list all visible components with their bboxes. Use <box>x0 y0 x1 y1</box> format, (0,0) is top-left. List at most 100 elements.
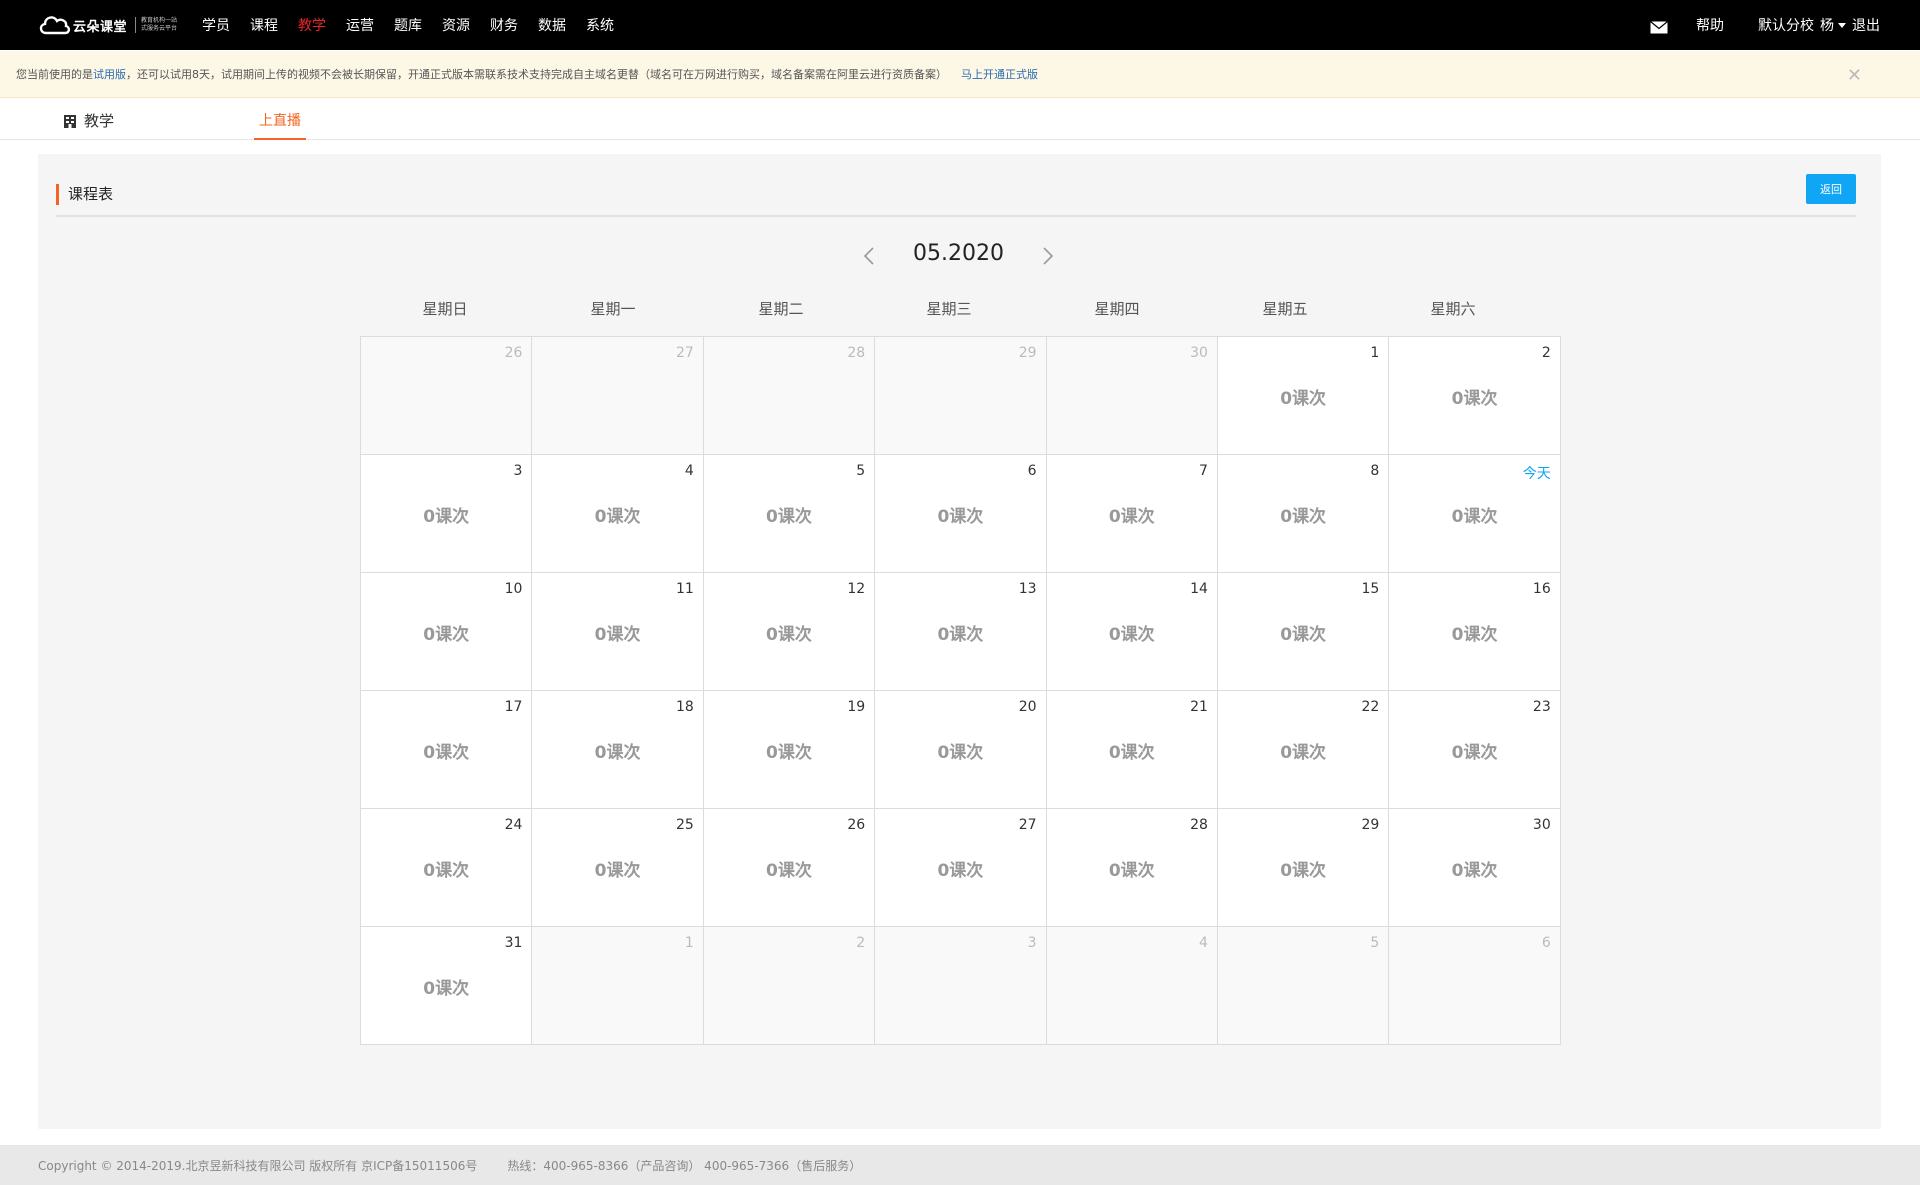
calendar-day-cell[interactable]: 26 0课次 <box>703 809 876 927</box>
calendar-day-cell[interactable]: 16 0课次 <box>1389 573 1561 691</box>
day-number: 5 <box>856 463 866 479</box>
calendar-day-cell[interactable]: 27 0课次 <box>875 809 1047 927</box>
nav-item-5[interactable]: 资源 <box>442 15 470 35</box>
nav-item-7[interactable]: 数据 <box>538 15 566 35</box>
calendar-grid: 26 27 28 29 30 1 0课次 2 0课次 3 0课次 4 0课次 5 0课次 6 0课次 7 0课次 8 0… <box>360 336 1561 1045</box>
mail-icon[interactable] <box>1650 20 1668 34</box>
calendar-day-cell[interactable]: 14 0课次 <box>1046 573 1218 691</box>
month-label: 05.2020 <box>913 241 1004 266</box>
day-number: 28 <box>847 345 866 361</box>
calendar-day-cell[interactable]: 19 0课次 <box>703 691 876 809</box>
calendar-day-cell[interactable]: 24 0课次 <box>361 809 533 927</box>
calendar-day-cell[interactable]: 20 0课次 <box>875 691 1047 809</box>
logout-link[interactable]: 退出 <box>1852 15 1880 35</box>
calendar-day-cell[interactable]: 6 0课次 <box>875 455 1047 573</box>
day-number: 18 <box>675 699 694 715</box>
calendar-day-cell[interactable]: 12 0课次 <box>703 573 876 691</box>
nav-item-3[interactable]: 运营 <box>346 15 374 35</box>
lesson-count: 0课次 <box>937 743 984 763</box>
lesson-count: 0课次 <box>594 507 641 527</box>
panel-header: 课程表 返回 <box>56 174 1856 217</box>
tab-teaching-home[interactable]: 教学 <box>63 110 114 131</box>
copyright-text: Copyright © 2014-2019.北京昱新科技有限公司 版权所有 京I… <box>38 1158 478 1173</box>
calendar-day-cell[interactable]: 今天 0课次 <box>1389 455 1561 573</box>
calendar-day-cell[interactable]: 13 0课次 <box>875 573 1047 691</box>
day-number: 2 <box>1541 345 1551 361</box>
calendar-day-cell[interactable]: 5 0课次 <box>703 455 876 573</box>
day-number: 30 <box>1190 345 1208 361</box>
day-number: 10 <box>504 581 523 597</box>
lesson-count: 0课次 <box>937 507 984 527</box>
day-number: 3 <box>513 463 523 479</box>
chevron-right-icon[interactable] <box>1041 245 1055 267</box>
day-number: 4 <box>684 463 694 479</box>
lesson-count: 0课次 <box>423 979 470 999</box>
brand-logo[interactable]: 云朵课堂 教育机构一站 式服务云平台 <box>37 10 177 40</box>
calendar-day-cell[interactable]: 29 0课次 <box>1217 809 1390 927</box>
calendar-day-cell[interactable]: 21 0课次 <box>1046 691 1218 809</box>
main-nav: 学员 课程 教学 运营 题库 资源 财务 数据 系统 <box>202 0 634 50</box>
calendar-day-cell[interactable]: 11 0课次 <box>532 573 704 691</box>
lesson-count: 0课次 <box>766 861 812 881</box>
day-number: 2 <box>856 935 866 951</box>
calendar-day-cell[interactable]: 29 <box>875 337 1047 455</box>
lesson-count: 0课次 <box>1280 389 1327 409</box>
help-link[interactable]: 帮助 <box>1696 15 1724 35</box>
calendar-day-cell[interactable]: 3 <box>875 927 1047 1045</box>
calendar-day-cell[interactable]: 30 <box>1046 337 1218 455</box>
calendar-day-cell[interactable]: 23 0课次 <box>1389 691 1561 809</box>
hotline-text: 热线：400-965-8366（产品咨询） 400-965-7366（售后服务） <box>507 1158 862 1173</box>
calendar-day-cell[interactable]: 5 <box>1217 927 1390 1045</box>
nav-item-1[interactable]: 课程 <box>250 15 278 35</box>
calendar-day-cell[interactable]: 1 0课次 <box>1217 337 1390 455</box>
lesson-count: 0课次 <box>594 861 641 881</box>
nav-item-0[interactable]: 学员 <box>202 15 230 35</box>
sub-tabs: 教学 上直播 <box>0 98 1920 140</box>
calendar-day-cell[interactable]: 4 0课次 <box>532 455 704 573</box>
calendar-day-cell[interactable]: 25 0课次 <box>532 809 704 927</box>
nav-item-6[interactable]: 财务 <box>490 15 518 35</box>
trial-version-link[interactable]: 试用版 <box>93 66 126 82</box>
month-navigator: 05.2020 <box>38 237 1881 277</box>
calendar-day-cell[interactable]: 1 <box>532 927 704 1045</box>
day-number: 27 <box>675 345 694 361</box>
calendar-day-cell[interactable]: 6 <box>1389 927 1561 1045</box>
chevron-left-icon[interactable] <box>862 245 876 267</box>
day-number: 17 <box>504 699 523 715</box>
upgrade-link[interactable]: 马上开通正式版 <box>961 66 1038 82</box>
calendar-day-cell[interactable]: 2 <box>703 927 876 1045</box>
calendar-day-cell[interactable]: 2 0课次 <box>1389 337 1561 455</box>
nav-item-8[interactable]: 系统 <box>586 15 614 35</box>
calendar-day-cell[interactable]: 17 0课次 <box>361 691 533 809</box>
calendar-day-cell[interactable]: 18 0课次 <box>532 691 704 809</box>
calendar-day-cell[interactable]: 8 0课次 <box>1217 455 1390 573</box>
calendar-day-cell[interactable]: 26 <box>361 337 533 455</box>
calendar-day-cell[interactable]: 30 0课次 <box>1389 809 1561 927</box>
lesson-count: 0课次 <box>766 507 812 527</box>
day-number: 12 <box>847 581 866 597</box>
weekday-header: 星期日 星期一 星期二 星期三 星期四 星期五 星期六 <box>361 298 1561 328</box>
nav-item-4[interactable]: 题库 <box>394 15 422 35</box>
lesson-count: 0课次 <box>1280 861 1327 881</box>
calendar-day-cell[interactable]: 15 0课次 <box>1217 573 1390 691</box>
lesson-count: 0课次 <box>1280 743 1327 763</box>
calendar-day-cell[interactable]: 28 <box>703 337 876 455</box>
calendar-day-cell[interactable]: 7 0课次 <box>1046 455 1218 573</box>
back-button[interactable]: 返回 <box>1806 174 1856 204</box>
day-number: 19 <box>847 699 866 715</box>
calendar-day-cell[interactable]: 10 0课次 <box>361 573 533 691</box>
day-number: 29 <box>1018 345 1037 361</box>
weekday-label: 星期五 <box>1262 300 1308 318</box>
calendar-day-cell[interactable]: 22 0课次 <box>1217 691 1390 809</box>
calendar-day-cell[interactable]: 3 0课次 <box>361 455 533 573</box>
nav-item-2[interactable]: 教学 <box>298 15 326 35</box>
calendar-day-cell[interactable]: 27 <box>532 337 704 455</box>
calendar-day-cell[interactable]: 31 0课次 <box>361 927 533 1045</box>
school-switcher[interactable]: 默认分校 杨 <box>1758 15 1852 35</box>
calendar-day-cell[interactable]: 4 <box>1046 927 1218 1045</box>
close-icon[interactable]: ✕ <box>1847 65 1862 86</box>
lesson-count: 0课次 <box>423 743 470 763</box>
calendar-day-cell[interactable]: 28 0课次 <box>1046 809 1218 927</box>
tab-live[interactable]: 上直播 <box>254 98 306 140</box>
school-name: 默认分校 <box>1758 18 1814 34</box>
